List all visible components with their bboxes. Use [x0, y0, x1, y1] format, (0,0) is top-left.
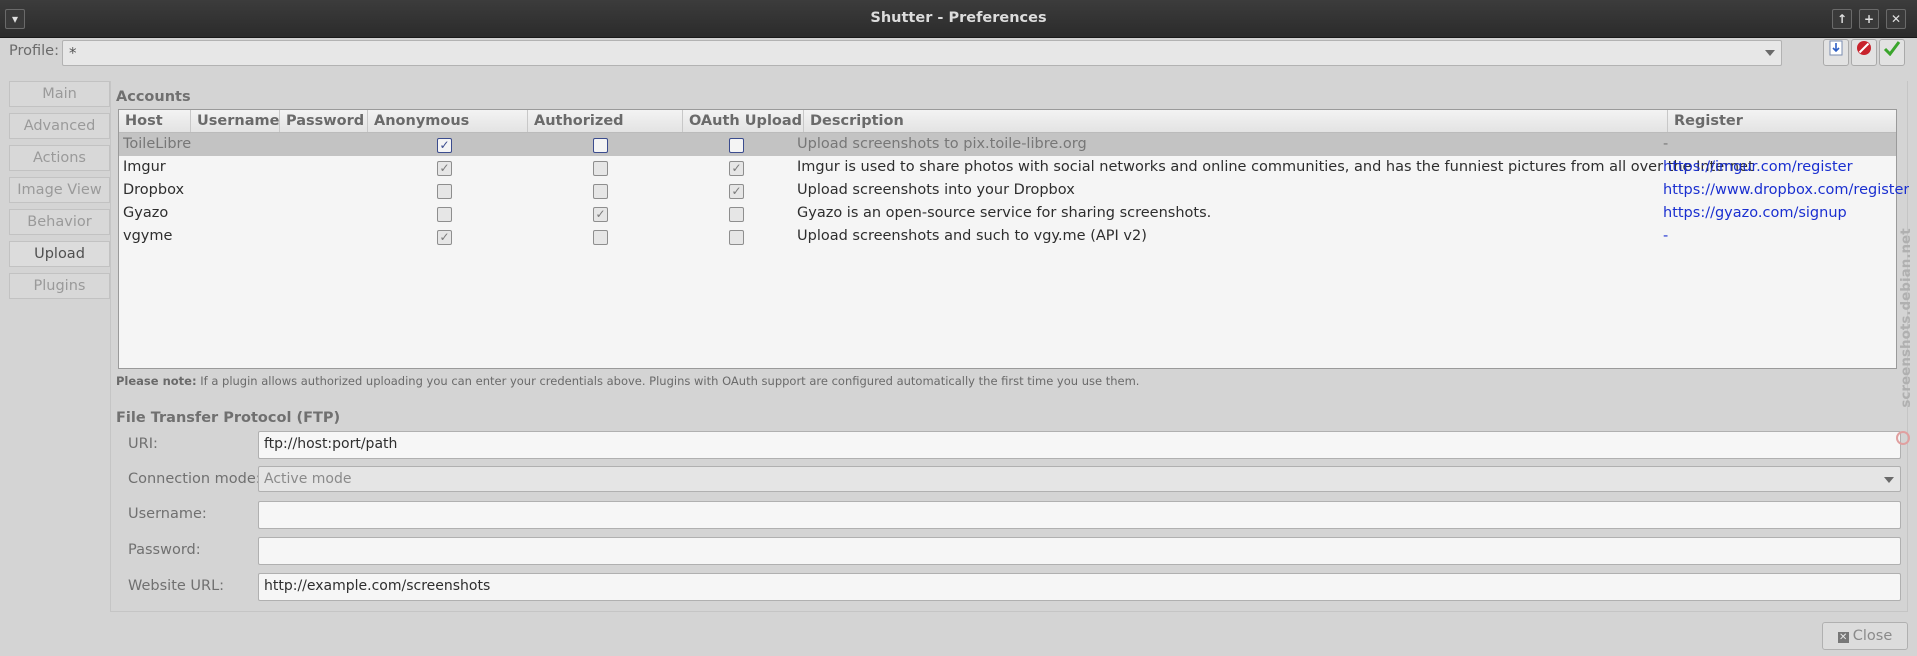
username-field[interactable] — [258, 501, 1901, 529]
window-title: Shutter - Preferences — [870, 10, 1047, 26]
oauth-upload-checkbox[interactable]: ✓ — [729, 161, 744, 176]
connection-mode-value: Active mode — [264, 471, 352, 487]
column-register[interactable]: Register — [1668, 110, 1896, 132]
close-window-button[interactable]: ✕ — [1886, 9, 1906, 29]
close-button[interactable]: ✕ Close — [1822, 622, 1908, 650]
username-label: Username: — [128, 506, 207, 522]
anonymous-upload-checkbox[interactable] — [437, 184, 452, 199]
tab-plugins[interactable]: Plugins — [9, 273, 110, 299]
column-host[interactable]: Host — [119, 110, 191, 132]
connection-mode-select[interactable]: Active mode — [258, 466, 1901, 492]
uri-input[interactable]: ftp://host:port/path — [258, 431, 1901, 459]
website-url-input[interactable]: http://example.com/screenshots — [258, 573, 1901, 601]
register-link[interactable]: https://gyazo.com/signup — [1663, 202, 1847, 225]
title-bar: ▾ Shutter - Preferences ↑ + ✕ — [0, 0, 1917, 38]
tab-advanced[interactable]: Advanced — [9, 113, 110, 139]
register-link[interactable]: https://www.dropbox.com/register — [1663, 179, 1909, 202]
table-header: Host Username Password Anonymous Upload … — [119, 110, 1896, 151]
tab-main[interactable]: Main — [9, 81, 110, 107]
description-cell: Gyazo is an open-source service for shar… — [797, 205, 1212, 221]
oauth-upload-checkbox[interactable] — [729, 207, 744, 222]
note-text: If a plugin allows authorized uploading … — [196, 374, 1140, 388]
accounts-table[interactable]: Host Username Password Anonymous Upload … — [118, 109, 1909, 369]
close-label: Close — [1852, 628, 1893, 644]
table-row[interactable]: vgyme ✓ Upload screenshots and such to v… — [119, 225, 1896, 248]
watermark: screenshots.debian.net — [1896, 210, 1916, 430]
table-row[interactable]: Dropbox ✓ Upload screenshots into your D… — [119, 179, 1909, 202]
uri-label: URI: — [128, 436, 158, 452]
download-icon — [1829, 40, 1843, 56]
save-profile-button[interactable] — [1823, 39, 1849, 66]
delete-icon — [1857, 41, 1871, 55]
host-cell: vgyme — [123, 228, 173, 244]
table-row[interactable]: Imgur ✓ ✓ Imgur is used to share photos … — [119, 156, 1896, 179]
tab-behavior[interactable]: Behavior — [9, 209, 110, 235]
upload-note: Please note: If a plugin allows authoriz… — [116, 374, 1139, 388]
table-row[interactable]: ToileLibre ✓ Upload screenshots to pix.t… — [119, 133, 1896, 156]
column-oauth-upload[interactable]: OAuth Upload — [683, 110, 804, 132]
authorized-upload-checkbox[interactable] — [593, 138, 608, 153]
authorized-upload-checkbox[interactable]: ✓ — [593, 207, 608, 222]
tab-image-view[interactable]: Image View — [9, 177, 110, 203]
checkmark-icon — [1883, 41, 1901, 57]
tab-actions[interactable]: Actions — [9, 145, 110, 171]
description-cell: Upload screenshots into your Dropbox — [797, 182, 1075, 198]
chevron-down-icon — [1884, 477, 1894, 483]
tab-upload[interactable]: Upload — [9, 241, 110, 267]
ftp-heading: File Transfer Protocol (FTP) — [116, 410, 341, 426]
website-url-label: Website URL: — [128, 578, 225, 594]
oauth-upload-checkbox[interactable]: ✓ — [729, 184, 744, 199]
register-link[interactable]: - — [1663, 225, 1668, 248]
keep-above-button[interactable]: ↑ — [1832, 9, 1852, 29]
debian-swirl-icon — [1896, 431, 1910, 445]
oauth-upload-checkbox[interactable] — [729, 230, 744, 245]
column-anonymous-upload[interactable]: Anonymous Upload — [368, 110, 528, 151]
column-authorized-upload[interactable]: Authorized Upload — [528, 110, 683, 151]
anonymous-upload-checkbox[interactable]: ✓ — [437, 161, 452, 176]
watermark-text: screenshots.debian.net — [1898, 228, 1914, 408]
host-cell: ToileLibre — [123, 136, 192, 152]
authorized-upload-checkbox[interactable] — [593, 161, 608, 176]
chevron-down-icon — [1765, 50, 1775, 56]
register-cell: - — [1663, 136, 1669, 152]
delete-profile-button[interactable] — [1851, 39, 1877, 66]
host-cell: Dropbox — [123, 182, 185, 198]
maximize-button[interactable]: + — [1859, 9, 1879, 29]
description-cell: Upload screenshots to pix.toile-libre.or… — [797, 136, 1087, 152]
accounts-heading: Accounts — [116, 89, 191, 105]
oauth-upload-checkbox[interactable] — [729, 138, 744, 153]
password-label: Password: — [128, 542, 201, 558]
column-password[interactable]: Password — [280, 110, 368, 132]
register-link[interactable]: https://imgur.com/register — [1663, 156, 1853, 179]
column-description[interactable]: Description — [804, 110, 1668, 132]
description-cell: Upload screenshots and such to vgy.me (A… — [797, 228, 1147, 244]
website-url-value: http://example.com/screenshots — [264, 578, 491, 594]
table-row[interactable]: Gyazo ✓ Gyazo is an open-source service … — [119, 202, 1896, 225]
profile-value: * — [69, 44, 77, 62]
uri-value: ftp://host:port/path — [264, 436, 398, 452]
host-cell: Imgur — [123, 159, 166, 175]
anonymous-upload-checkbox[interactable]: ✓ — [437, 138, 452, 153]
authorized-upload-checkbox[interactable] — [593, 184, 608, 199]
profile-select[interactable]: * — [62, 40, 1782, 66]
profile-label: Profile: — [9, 43, 59, 59]
host-cell: Gyazo — [123, 205, 169, 221]
close-icon: ✕ — [1837, 632, 1849, 643]
apply-profile-button[interactable] — [1879, 39, 1905, 66]
anonymous-upload-checkbox[interactable] — [437, 207, 452, 222]
anonymous-upload-checkbox[interactable]: ✓ — [437, 230, 452, 245]
password-field[interactable] — [258, 537, 1901, 565]
column-username[interactable]: Username — [191, 110, 280, 132]
authorized-upload-checkbox[interactable] — [593, 230, 608, 245]
connection-mode-label: Connection mode: — [128, 471, 261, 487]
note-label: Please note: — [116, 374, 197, 388]
